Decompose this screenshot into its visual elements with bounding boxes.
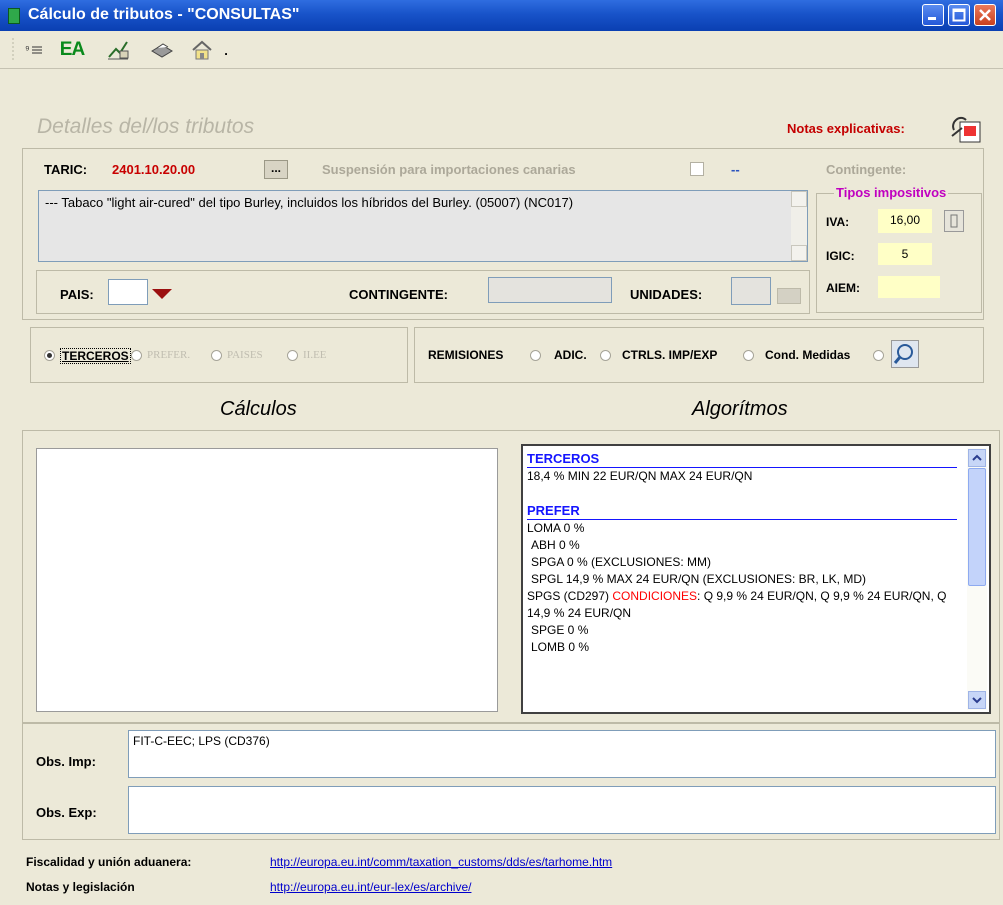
suspension-checkbox[interactable] (690, 162, 704, 176)
algoritmos-box: TERCEROS 18,4 % MIN 22 EUR/QN MAX 24 EUR… (521, 444, 991, 714)
radio-remisiones[interactable] (530, 350, 541, 361)
spgs-prefix: SPGS (CD297) (527, 589, 613, 603)
cond-medidas-label: Cond. Medidas (765, 348, 851, 362)
fiscalidad-link[interactable]: http://europa.eu.int/comm/taxation_custo… (270, 855, 612, 869)
taric-value: 2401.10.20.00 (112, 162, 196, 177)
igic-label: IGIC: (826, 249, 855, 263)
app-icon (8, 8, 20, 24)
radio-paises[interactable] (211, 350, 222, 361)
adic-label: ADIC. (554, 348, 587, 362)
contingente-header-label: Contingente: (826, 162, 907, 177)
notas-explicativas-label: Notas explicativas: (787, 121, 905, 136)
prefer-header: PREFER (527, 502, 957, 520)
obs-imp-label: Obs. Imp: (36, 754, 96, 769)
prefer-line: ABH 0 % (531, 538, 580, 552)
suspension-label: Suspensión para importaciones canarias (322, 162, 576, 177)
algoritmos-heading: Algorítmos (692, 398, 788, 420)
unidades-label: UNIDADES: (630, 287, 703, 302)
radio-iiee[interactable] (287, 350, 298, 361)
toolbar-grip (10, 37, 16, 63)
calculos-box (36, 448, 498, 712)
scroll-up-icon[interactable] (968, 449, 986, 467)
remisiones-label: REMISIONES (428, 348, 504, 362)
radio-paises-label[interactable]: PAISES (227, 349, 263, 361)
taric-description: --- Tabaco "light air-cured" del tipo Bu… (38, 190, 808, 262)
notas-legislacion-link[interactable]: http://europa.eu.int/eur-lex/es/archive/ (270, 880, 471, 894)
toolbar: ⁹ EA . (0, 31, 1003, 69)
title-bar: Cálculo de tributos - "CONSULTAS" (0, 0, 1003, 31)
panel-title: Detalles del/los tributos (37, 115, 255, 138)
notes-icon[interactable] (948, 110, 984, 149)
spgs-line: SPGS (CD297) CONDICIONES: Q 9,9 % 24 EUR… (527, 588, 963, 622)
window-title: Cálculo de tributos - "CONSULTAS" (28, 6, 300, 23)
minimize-button[interactable] (922, 4, 944, 26)
svg-text:⁹: ⁹ (25, 44, 30, 56)
radio-ctrls[interactable] (743, 350, 754, 361)
ea-button[interactable]: EA (56, 37, 88, 63)
tipos-impositivos-legend: Tipos impositivos (834, 185, 949, 200)
radio-cond-medidas[interactable] (873, 350, 884, 361)
iva-value: 16,00 (878, 209, 932, 233)
radio-adic[interactable] (600, 350, 611, 361)
igic-value: 5 (878, 243, 932, 265)
unidades-button[interactable] (777, 288, 801, 304)
home-icon[interactable] (188, 37, 216, 63)
tail-line: LOMB 0 % (531, 640, 590, 654)
obs-imp-field[interactable]: FIT-C-EEC; LPS (CD376) (128, 730, 996, 778)
prefer-line: SPGL 14,9 % MAX 24 EUR/QN (EXCLUSIONES: … (531, 572, 866, 586)
tail-line: SPGE 0 % (531, 623, 589, 637)
pais-input[interactable] (108, 279, 148, 305)
terceros-header: TERCEROS (527, 450, 957, 468)
obs-exp-field[interactable] (128, 786, 996, 834)
spgs-condiciones: CONDICIONES (612, 589, 698, 603)
terceros-line: 18,4 % MIN 22 EUR/QN MAX 24 EUR/QN (527, 469, 753, 483)
list-icon[interactable]: ⁹ (22, 37, 48, 63)
pais-label: PAIS: (60, 287, 94, 302)
printer-icon[interactable] (148, 37, 176, 63)
notas-legislacion-label: Notas y legislación (26, 880, 135, 894)
radio-prefer-label[interactable]: PREFER. (147, 349, 190, 361)
suspension-dash: -- (731, 162, 740, 177)
obs-exp-label: Obs. Exp: (36, 805, 97, 820)
aiem-value (878, 276, 940, 298)
aiem-label: AIEM: (826, 281, 860, 295)
prefer-line: SPGA 0 % (EXCLUSIONES: MM) (531, 555, 712, 569)
contingente-label: CONTINGENTE: (349, 287, 448, 302)
unidades-input[interactable] (731, 277, 771, 305)
radio-prefer[interactable] (131, 350, 142, 361)
obs-imp-value: FIT-C-EEC; LPS (CD376) (133, 734, 270, 748)
description-scrollbar[interactable] (791, 191, 807, 261)
pais-dropdown-icon[interactable] (150, 287, 174, 304)
taric-search-button[interactable]: ... (264, 160, 288, 179)
scroll-thumb[interactable] (968, 468, 986, 586)
calculos-heading: Cálculos (220, 398, 297, 420)
search-icon[interactable] (891, 340, 919, 368)
fiscalidad-label: Fiscalidad y unión aduanera: (26, 855, 192, 869)
scroll-down-icon[interactable] (968, 691, 986, 709)
close-button[interactable] (974, 4, 996, 26)
prefer-line: LOMA 0 % (527, 521, 585, 535)
radio-terceros-label[interactable]: TERCEROS (60, 348, 131, 364)
signature-icon[interactable] (104, 37, 132, 63)
radio-terceros[interactable] (44, 350, 55, 361)
ctrls-label: CTRLS. IMP/EXP (622, 348, 718, 362)
iva-label: IVA: (826, 215, 850, 229)
contingente-input[interactable] (488, 277, 612, 303)
taric-label: TARIC: (44, 162, 88, 177)
algoritmos-scrollbar[interactable] (967, 448, 987, 710)
maximize-button[interactable] (948, 4, 970, 26)
toolbar-dropdown-icon[interactable]: . (220, 37, 232, 63)
scroll-up-icon[interactable] (791, 191, 807, 207)
iva-info-icon[interactable] (944, 210, 964, 232)
scroll-down-icon[interactable] (791, 245, 807, 261)
radio-iiee-label[interactable]: II.EE (303, 349, 327, 361)
taric-description-text: --- Tabaco "light air-cured" del tipo Bu… (45, 195, 574, 210)
